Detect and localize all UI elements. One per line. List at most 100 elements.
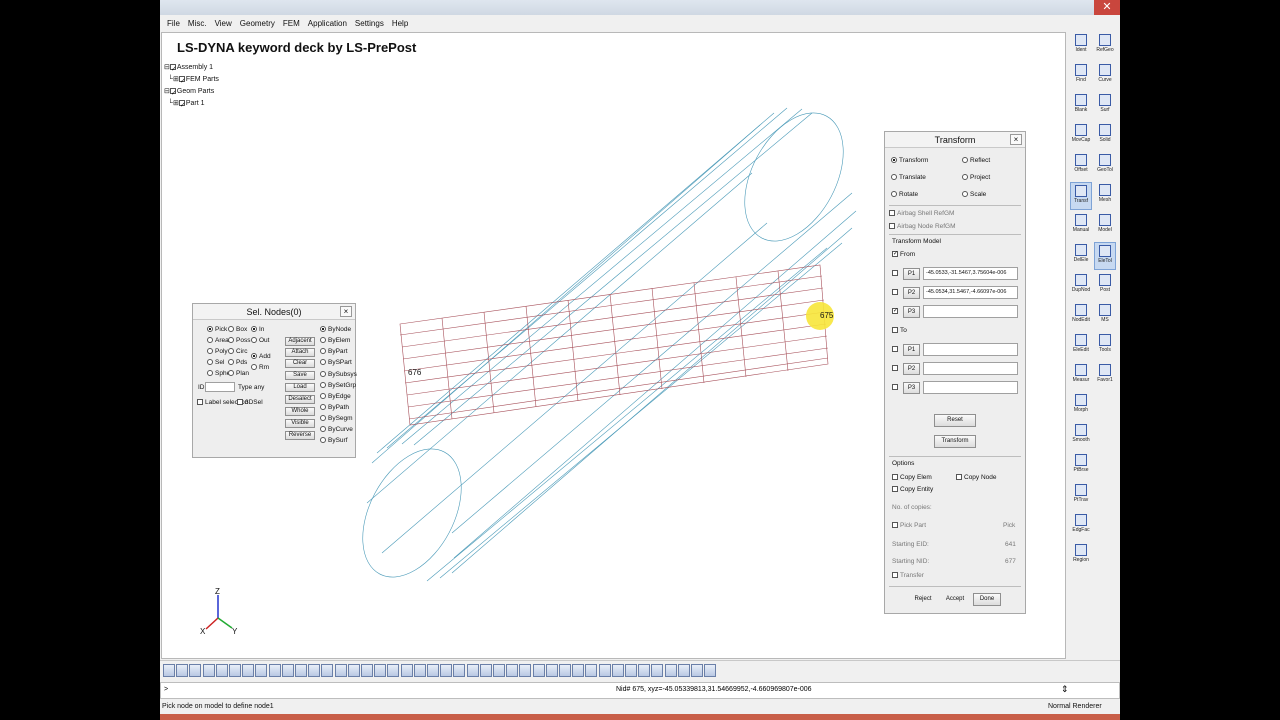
- toolbar-mesh-button[interactable]: Mesh: [1094, 182, 1116, 210]
- command-scroll-icon[interactable]: ⇕: [1061, 684, 1069, 695]
- view-tool-icon[interactable]: [611, 664, 624, 677]
- toolbar-nodedit-button[interactable]: NodEdit: [1070, 302, 1092, 330]
- sel-bysetgrp-radio[interactable]: BySetGrp: [320, 382, 356, 389]
- view-tool-icon[interactable]: [506, 664, 519, 677]
- sel-sel-radio[interactable]: Sel: [207, 359, 224, 366]
- reject-button[interactable]: Reject: [909, 593, 937, 606]
- toolbar-ptbrse-button[interactable]: PtBrse: [1070, 452, 1092, 480]
- mode-translate-radio[interactable]: Translate: [891, 174, 926, 181]
- sel-type-select[interactable]: Type any: [238, 384, 264, 391]
- view-tool-icon[interactable]: [427, 664, 439, 677]
- mode-rotate-radio[interactable]: Rotate: [891, 191, 918, 198]
- view-tool-icon[interactable]: [677, 664, 690, 677]
- view-tool-icon[interactable]: [268, 664, 281, 677]
- sel-whole-button[interactable]: Whole: [285, 407, 315, 416]
- view-tool-icon[interactable]: [704, 664, 717, 677]
- graphics-viewport[interactable]: LS-DYNA keyword deck by LS-PrePost ⊟✓Ass…: [161, 32, 1066, 659]
- view-tool-icon[interactable]: [493, 664, 505, 677]
- view-tool-icon[interactable]: [374, 664, 387, 677]
- view-tool-icon[interactable]: [255, 664, 268, 677]
- sel-id-input[interactable]: [205, 382, 235, 392]
- airbag-shell-checkbox[interactable]: Airbag Shell RefGM: [889, 210, 954, 217]
- transform-apply-button[interactable]: Transform: [934, 435, 976, 448]
- toolbar-pttrav-button[interactable]: PtTrav: [1070, 482, 1092, 510]
- menu-file[interactable]: File: [163, 19, 184, 28]
- toolbar-refgeo-button[interactable]: RefGeo: [1094, 32, 1116, 60]
- sel-bycurve-radio[interactable]: ByCurve: [320, 426, 353, 433]
- view-tool-icon[interactable]: [387, 664, 400, 677]
- sel-pds-radio[interactable]: Pds: [228, 359, 247, 366]
- sel-area-radio[interactable]: Area: [207, 337, 229, 344]
- toolbar-morph-button[interactable]: Morph: [1070, 392, 1092, 420]
- pick-part-button[interactable]: Pick: [1003, 522, 1015, 529]
- toolbar-ms-button[interactable]: MS: [1094, 302, 1116, 330]
- sel-add-radio[interactable]: Add: [251, 353, 271, 360]
- sel-in-radio[interactable]: In: [251, 326, 264, 333]
- to-p3-button[interactable]: P3: [903, 382, 920, 394]
- from-p1-checkbox[interactable]: [892, 270, 900, 277]
- sel-byspart-radio[interactable]: BySPart: [320, 359, 352, 366]
- sel-visible-button[interactable]: Visible: [285, 419, 315, 428]
- view-tool-icon[interactable]: [651, 664, 664, 677]
- to-p1-field[interactable]: [923, 343, 1018, 356]
- mode-scale-radio[interactable]: Scale: [962, 191, 986, 198]
- from-p3-field[interactable]: [923, 305, 1018, 318]
- starting-nid-value[interactable]: 677: [1005, 558, 1016, 565]
- to-p1-button[interactable]: P1: [903, 344, 920, 356]
- view-tool-icon[interactable]: [572, 664, 585, 677]
- view-tool-icon[interactable]: [202, 664, 215, 677]
- mode-project-radio[interactable]: Project: [962, 174, 990, 181]
- toolbar-region-button[interactable]: Region: [1070, 542, 1092, 570]
- view-tool-icon[interactable]: [585, 664, 598, 677]
- view-tool-icon[interactable]: [664, 664, 677, 677]
- sel-bynode-radio[interactable]: ByNode: [320, 326, 351, 333]
- view-tool-icon[interactable]: [559, 664, 571, 677]
- from-p3-checkbox[interactable]: ✓: [892, 308, 900, 315]
- to-p2-button[interactable]: P2: [903, 363, 920, 375]
- view-tool-icon[interactable]: [453, 664, 466, 677]
- view-tool-icon[interactable]: [308, 664, 321, 677]
- sel-3dsel-checkbox[interactable]: 3DSel: [237, 399, 263, 406]
- menu-application[interactable]: Application: [304, 19, 351, 28]
- done-button[interactable]: Done: [973, 593, 1001, 606]
- sel-adjacent-button[interactable]: Adjacent: [285, 337, 315, 346]
- menu-settings[interactable]: Settings: [351, 19, 388, 28]
- view-tool-icon[interactable]: [413, 664, 426, 677]
- command-line[interactable]: > Nid# 675, xyz=-45.05339813,31.54669952…: [160, 682, 1120, 699]
- view-tool-icon[interactable]: [176, 664, 189, 677]
- view-tool-icon[interactable]: [215, 664, 228, 677]
- sel-load-button[interactable]: Load: [285, 383, 315, 392]
- sel-save-button[interactable]: Save: [285, 371, 315, 380]
- menu-misc[interactable]: Misc.: [184, 19, 211, 28]
- window-close-button[interactable]: ✕: [1094, 0, 1120, 15]
- toolbar-eletol-button[interactable]: EleTol: [1094, 242, 1116, 270]
- view-tool-icon[interactable]: [347, 664, 360, 677]
- view-tool-icon[interactable]: [691, 664, 703, 677]
- view-tool-icon[interactable]: [295, 664, 307, 677]
- toolbar-find-button[interactable]: Find: [1070, 62, 1092, 90]
- menu-geometry[interactable]: Geometry: [236, 19, 279, 28]
- toolbar-ident-button[interactable]: Ident: [1070, 32, 1092, 60]
- view-tool-icon[interactable]: [479, 664, 492, 677]
- toolbar-curve-button[interactable]: Curve: [1094, 62, 1116, 90]
- view-tool-icon[interactable]: [440, 664, 453, 677]
- to-p2-checkbox[interactable]: [892, 365, 900, 372]
- from-p2-field[interactable]: -45.0534,31.5467,-4.66097e-006: [923, 286, 1018, 299]
- sel-poss-radio[interactable]: Poss: [228, 337, 250, 344]
- sel-bypart-radio[interactable]: ByPart: [320, 348, 348, 355]
- sel-bypath-radio[interactable]: ByPath: [320, 404, 349, 411]
- view-tool-icon[interactable]: [361, 664, 373, 677]
- transfer-checkbox[interactable]: Transfer: [892, 572, 924, 579]
- copy-node-checkbox[interactable]: Copy Node: [956, 474, 997, 481]
- menu-fem[interactable]: FEM: [279, 19, 304, 28]
- copy-elem-checkbox[interactable]: Copy Elem: [892, 474, 932, 481]
- toolbar-solid-button[interactable]: Solid: [1094, 122, 1116, 150]
- from-p3-button[interactable]: P3: [903, 306, 920, 318]
- toolbar-tools-button[interactable]: Tools: [1094, 332, 1116, 360]
- toolbar-blank-button[interactable]: Blank: [1070, 92, 1092, 120]
- from-p1-button[interactable]: P1: [903, 268, 920, 280]
- sel-byedge-radio[interactable]: ByEdge: [320, 393, 351, 400]
- sel-pick-radio[interactable]: Pick: [207, 326, 227, 333]
- sel-bysurf-radio[interactable]: BySurf: [320, 437, 348, 444]
- sel-circ-radio[interactable]: Circ: [228, 348, 248, 355]
